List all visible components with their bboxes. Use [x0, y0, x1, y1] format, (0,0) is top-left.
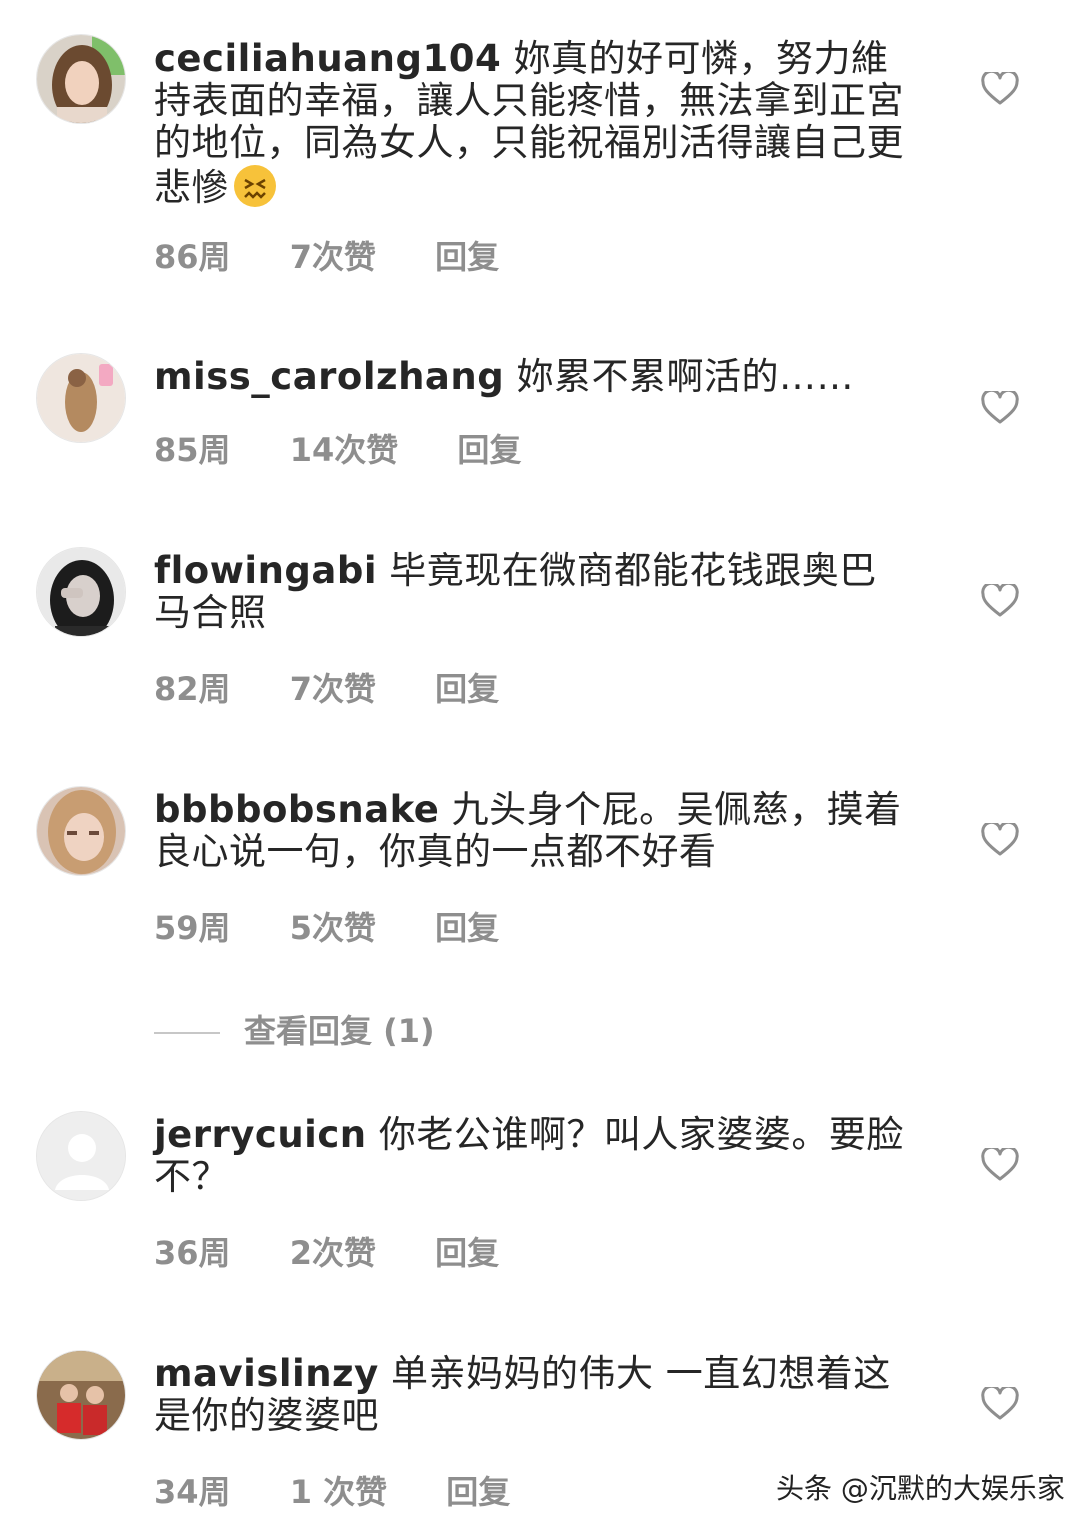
reply-button[interactable]: 回复 — [457, 425, 521, 471]
likes-count[interactable]: 7次赞 — [290, 664, 376, 710]
heart-outline-icon[interactable] — [981, 72, 1019, 106]
avatar[interactable] — [36, 1350, 126, 1440]
username[interactable]: flowingabi — [154, 549, 377, 592]
comment-time: 59周 — [154, 909, 231, 947]
view-replies-button[interactable]: 查看回复 (1) — [154, 1006, 435, 1052]
heart-outline-icon[interactable] — [981, 391, 1019, 425]
username[interactable]: ceciliahuang104 — [154, 37, 501, 80]
likes-count[interactable]: 14次赞 — [290, 425, 399, 471]
likes-count[interactable]: 5次赞 — [290, 903, 376, 949]
comment-time: 34周 — [154, 1473, 231, 1511]
heart-outline-icon[interactable] — [981, 584, 1019, 618]
likes-count[interactable]: 7次赞 — [290, 232, 376, 278]
comment-time: 36周 — [154, 1234, 231, 1272]
username[interactable]: bbbbobsnake — [154, 788, 439, 831]
username[interactable]: miss_carolzhang — [154, 355, 504, 398]
heart-outline-icon[interactable] — [981, 1148, 1019, 1182]
reply-button[interactable]: 回复 — [435, 664, 499, 710]
reply-button[interactable]: 回复 — [435, 1228, 499, 1274]
avatar[interactable] — [36, 547, 126, 637]
heart-outline-icon[interactable] — [981, 823, 1019, 857]
heart-outline-icon[interactable] — [981, 1387, 1019, 1421]
username[interactable]: jerrycuicn — [154, 1113, 367, 1156]
comment-time: 85周 — [154, 431, 231, 469]
comment-time: 82周 — [154, 670, 231, 708]
comment-time: 86周 — [154, 238, 231, 276]
avatar[interactable] — [36, 786, 126, 876]
avatar[interactable] — [36, 34, 126, 124]
view-replies-label: 查看回复 (1) — [244, 1012, 435, 1050]
username[interactable]: mavislinzy — [154, 1352, 379, 1395]
watermark: 头条 @沉默的大娱乐家 — [776, 1472, 1065, 1505]
reply-button[interactable]: 回复 — [446, 1467, 510, 1513]
likes-count[interactable]: 1 次赞 — [290, 1467, 387, 1513]
avatar[interactable] — [36, 1111, 126, 1201]
reply-button[interactable]: 回复 — [435, 232, 499, 278]
confounded-face-emoji — [233, 164, 277, 208]
avatar[interactable] — [36, 353, 126, 443]
comment-text: 妳累不累啊活的…… — [504, 355, 854, 398]
reply-button[interactable]: 回复 — [435, 903, 499, 949]
divider-line — [154, 1032, 220, 1034]
likes-count[interactable]: 2次赞 — [290, 1228, 376, 1274]
